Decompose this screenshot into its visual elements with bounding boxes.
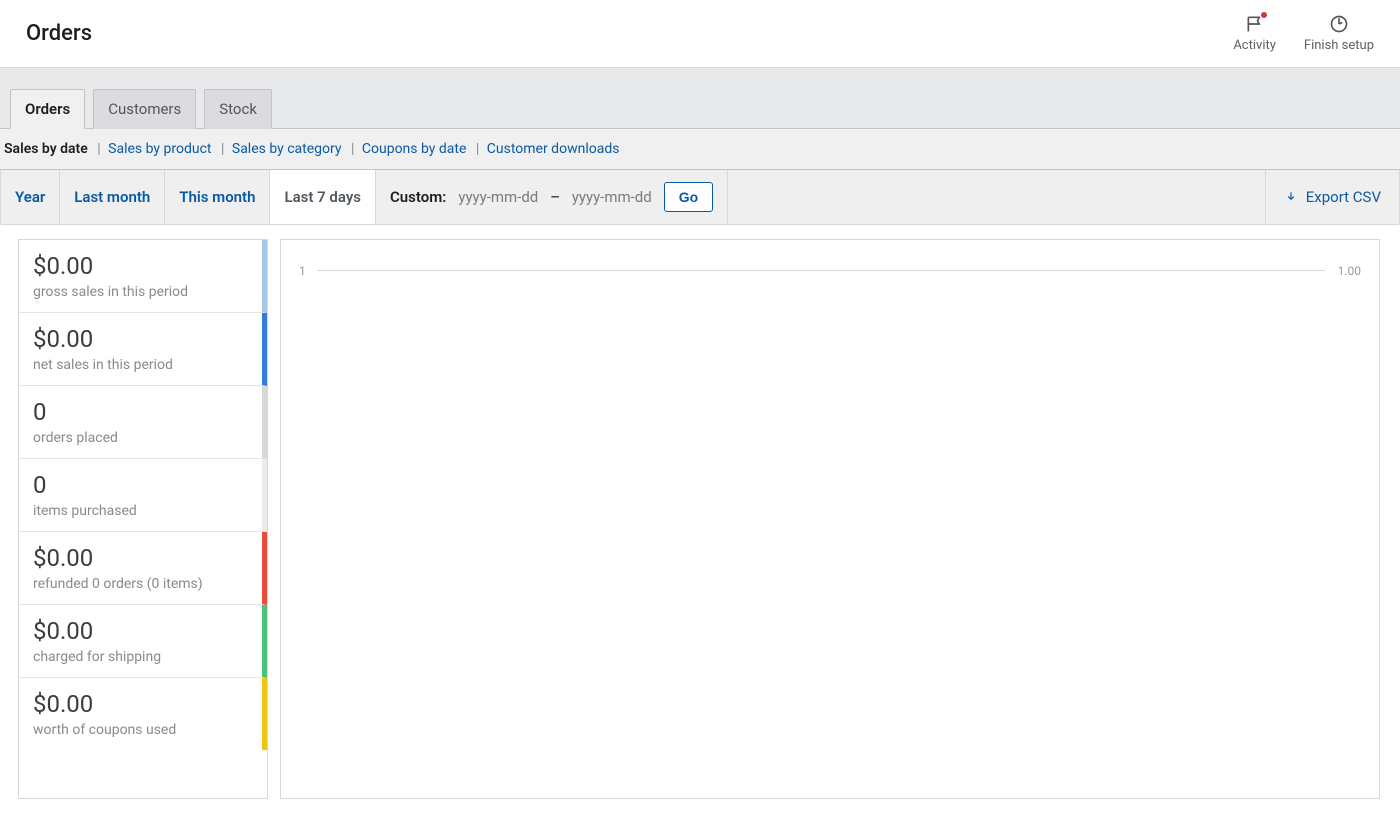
range-last-7-days[interactable]: Last 7 days xyxy=(270,170,376,224)
stat-item[interactable]: 0 orders placed xyxy=(19,386,267,459)
stat-item[interactable]: $0.00 net sales in this period xyxy=(19,313,267,386)
subnav-sales-by-product[interactable]: Sales by product xyxy=(108,141,211,157)
date-dash: – xyxy=(550,188,560,206)
range-last-month[interactable]: Last month xyxy=(60,170,165,224)
range-this-month[interactable]: This month xyxy=(165,170,270,224)
subnav-coupons-by-date[interactable]: Coupons by date xyxy=(362,141,467,157)
stat-value: 0 xyxy=(33,471,248,499)
chart-panel: 1 1.00 xyxy=(280,239,1380,799)
activity-button[interactable]: Activity xyxy=(1233,14,1276,53)
finish-setup-label: Finish setup xyxy=(1304,38,1374,53)
stat-list: $0.00 gross sales in this period $0.00 net … xyxy=(18,239,268,799)
stat-value: $0.00 xyxy=(33,544,248,572)
stat-label: charged for shipping xyxy=(33,649,248,665)
tab-stock[interactable]: Stock xyxy=(204,89,272,129)
stat-item[interactable]: $0.00 charged for shipping xyxy=(19,605,267,678)
export-csv-button[interactable]: Export CSV xyxy=(1265,170,1399,224)
subnav-sales-by-date[interactable]: Sales by date xyxy=(4,141,88,157)
stat-label: orders placed xyxy=(33,430,248,446)
axis-tick-left: 1 xyxy=(299,264,306,278)
custom-label: Custom: xyxy=(390,188,446,206)
go-button[interactable]: Go xyxy=(664,182,713,212)
stat-value: 0 xyxy=(33,398,248,426)
tab-orders[interactable]: Orders xyxy=(10,89,85,129)
page-title: Orders xyxy=(26,21,92,46)
stat-item[interactable]: $0.00 worth of coupons used xyxy=(19,678,267,750)
stat-item[interactable]: 0 items purchased xyxy=(19,459,267,532)
activity-label: Activity xyxy=(1233,38,1276,53)
clock-icon xyxy=(1329,14,1349,34)
stat-value: $0.00 xyxy=(33,252,248,280)
finish-setup-button[interactable]: Finish setup xyxy=(1304,14,1374,53)
date-to-input[interactable]: yyyy-mm-dd xyxy=(572,188,652,206)
export-csv-label: Export CSV xyxy=(1306,188,1381,206)
stat-value: $0.00 xyxy=(33,325,248,353)
stat-label: gross sales in this period xyxy=(33,284,248,300)
stat-value: $0.00 xyxy=(33,690,248,718)
stat-item[interactable]: $0.00 gross sales in this period xyxy=(19,240,267,313)
download-icon xyxy=(1284,190,1298,204)
stat-value: $0.00 xyxy=(33,617,248,645)
subnav-sales-by-category[interactable]: Sales by category xyxy=(232,141,342,157)
range-year[interactable]: Year xyxy=(1,170,60,224)
axis-line xyxy=(317,270,1325,271)
stat-item[interactable]: $0.00 refunded 0 orders (0 items) xyxy=(19,532,267,605)
subnav-customer-downloads[interactable]: Customer downloads xyxy=(487,141,620,157)
stat-label: items purchased xyxy=(33,503,248,519)
stat-label: worth of coupons used xyxy=(33,722,248,738)
axis-tick-right: 1.00 xyxy=(1338,264,1361,278)
stat-label: refunded 0 orders (0 items) xyxy=(33,576,248,592)
flag-icon xyxy=(1245,14,1265,34)
stat-label: net sales in this period xyxy=(33,357,248,373)
date-from-input[interactable]: yyyy-mm-dd xyxy=(458,188,538,206)
tab-customers[interactable]: Customers xyxy=(93,89,196,129)
